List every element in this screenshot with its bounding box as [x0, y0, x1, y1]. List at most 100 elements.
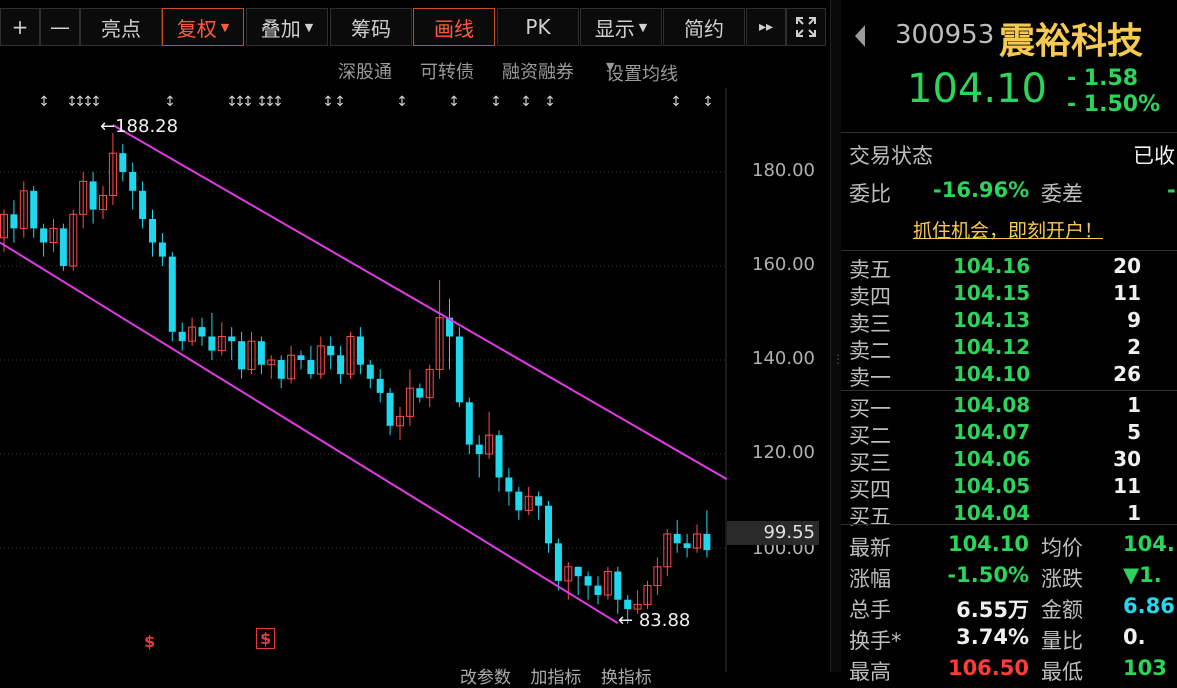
fuquan-dropdown[interactable]: 复权 ▼: [162, 8, 244, 46]
stat-label: 最新: [849, 536, 891, 560]
ask-level-row[interactable]: 卖三 104.13 9: [841, 308, 1177, 336]
stat-label: 最低: [1041, 660, 1083, 684]
quote-panel: 300953 震裕科技 104.10 - 1.58 - 1.50% 交易状态 已…: [841, 0, 1177, 684]
level-price: 104.10: [953, 362, 1031, 386]
event-s-icon[interactable]: $: [144, 632, 155, 651]
rongzirongquan-link[interactable]: 融资融券: [502, 58, 574, 84]
plus-icon: +: [11, 15, 29, 39]
bid-level-row[interactable]: 买一 104.08 1: [841, 393, 1177, 421]
level-label: 买四: [849, 478, 891, 502]
kline-chart[interactable]: ↕ ↕ ↕ ↕ ↕ ↕ ↕ ↕ ↕ ↕ ↕ ↕ ↕ ↕ ↕ ↕ ↕ ↕ ↕ ↕ ↕ 180.00 160.00 140.…: [0, 88, 830, 688]
level-label: 买一: [849, 397, 891, 421]
bid-level-row[interactable]: 买三 104.06 30: [841, 447, 1177, 475]
kezhuanzhai-link[interactable]: 可转债: [420, 58, 474, 84]
low-price-annotation: ← 83.88: [618, 610, 690, 631]
pk-button[interactable]: PK: [497, 8, 579, 46]
info-marker-icon: ↕: [670, 94, 682, 110]
xianshi-dropdown[interactable]: 显示 ▼: [580, 8, 662, 46]
level-volume: 30: [1113, 447, 1141, 471]
level-volume: 2: [1127, 335, 1141, 359]
choumao-button[interactable]: 筹码: [330, 8, 412, 46]
change-params-tab[interactable]: 改参数: [460, 668, 511, 688]
level-label: 卖四: [849, 285, 891, 309]
stat-label: 换手*: [849, 629, 902, 653]
weicha-value: -: [1167, 178, 1176, 202]
zoom-out-button[interactable]: —: [40, 8, 80, 46]
kline-canvas: ↕ ↕↕↕↕ ↕ ↕↕↕ ↕↕↕ ↕ ↕ ↕ ↕ ↕ ↕ ↕ ↕ ↕: [0, 88, 728, 672]
last-price-tag: 99.55: [727, 521, 819, 545]
divider: [841, 132, 1177, 133]
level-label: 卖三: [849, 312, 891, 336]
stat-value: 103: [1123, 656, 1167, 680]
pk-label: PK: [525, 15, 551, 39]
ask-level-row[interactable]: 卖四 104.15 11: [841, 281, 1177, 309]
candle-body: [129, 172, 137, 191]
candle-body: [10, 214, 18, 229]
fullscreen-button[interactable]: [786, 8, 826, 46]
candle-body: [40, 228, 48, 243]
candle-body: [495, 435, 503, 478]
shengutong-link[interactable]: 深股通: [338, 58, 392, 84]
back-arrow-icon[interactable]: [853, 24, 867, 48]
candle-body: [257, 341, 265, 365]
stat-value: ▼1.: [1123, 563, 1162, 587]
ask-level-row[interactable]: 卖二 104.12 2: [841, 335, 1177, 363]
huaxian-button[interactable]: 画线: [413, 8, 495, 46]
candle-body: [327, 345, 335, 356]
stat-label: 涨幅: [849, 567, 891, 591]
candle-body: [168, 256, 176, 332]
level-label: 买二: [849, 424, 891, 448]
info-marker-icon: ↕: [242, 94, 254, 110]
info-marker-icon: ↕: [702, 94, 714, 110]
level-price: 104.13: [953, 308, 1031, 332]
info-marker-icon: ↕: [520, 94, 532, 110]
level-price: 104.05: [953, 474, 1031, 498]
stat-label: 涨跌: [1041, 567, 1083, 591]
candle-body: [376, 378, 384, 393]
stat-value: 104.10: [947, 532, 1029, 556]
event-s-icon[interactable]: $: [256, 628, 276, 649]
candle-body: [683, 543, 691, 548]
zoom-in-button[interactable]: +: [0, 8, 40, 46]
choumao-label: 筹码: [351, 16, 391, 41]
candle-body: [584, 576, 592, 586]
caret-down-icon: ▼: [606, 60, 615, 73]
stat-value: 0.: [1123, 625, 1146, 649]
info-marker-icon: ↕: [396, 94, 408, 110]
liangdian-button[interactable]: 亮点: [80, 8, 162, 46]
indicator-subbar: 深股通 可转债 融资融券 设置均线 ▼: [330, 56, 730, 86]
more-button[interactable]: ▸▸: [746, 8, 786, 46]
bid-level-row[interactable]: 买二 104.07 5: [841, 420, 1177, 448]
y-tick-140: 140.00: [752, 348, 815, 369]
candle-body: [139, 190, 147, 219]
candle-body: [59, 228, 67, 266]
current-price: 104.10: [907, 66, 1047, 112]
ask-level-row[interactable]: 卖五 104.16 20: [841, 254, 1177, 282]
stat-label: 金额: [1041, 598, 1083, 622]
jianyue-button[interactable]: 简约: [663, 8, 745, 46]
candle-body: [554, 543, 562, 581]
ask-level-row[interactable]: 卖一 104.10 26: [841, 362, 1177, 390]
diejia-dropdown[interactable]: 叠加 ▼: [246, 8, 328, 46]
level-volume: 1: [1127, 501, 1141, 525]
candle-body: [178, 331, 186, 342]
stat-value: -1.50%: [947, 563, 1029, 587]
level-volume: 1: [1127, 393, 1141, 417]
candle-body: [89, 181, 97, 210]
open-account-promo-link[interactable]: 抓住机会，即刻开户！: [913, 216, 1103, 243]
candle-body: [149, 219, 156, 243]
fuquan-label: 复权: [176, 16, 217, 41]
chart-toolbar: + — 亮点 复权 ▼ 叠加 ▼ 筹码 画线 PK 显示 ▼ 简约 ▸▸: [0, 8, 830, 48]
info-marker-icon: ↕: [90, 94, 102, 110]
candle-body: [594, 585, 602, 595]
stat-label: 总手: [849, 598, 891, 622]
bid-level-row[interactable]: 买四 104.05 11: [841, 474, 1177, 502]
switch-indicator-tab[interactable]: 换指标: [601, 668, 652, 688]
candle-body: [614, 571, 622, 600]
add-indicator-tab[interactable]: 加指标: [530, 668, 581, 688]
y-tick-160: 160.00: [752, 254, 815, 275]
stock-code: 300953: [895, 20, 995, 50]
info-marker-icon: ↕: [322, 94, 334, 110]
panel-splitter[interactable]: [830, 0, 841, 672]
candle-body: [535, 496, 543, 506]
